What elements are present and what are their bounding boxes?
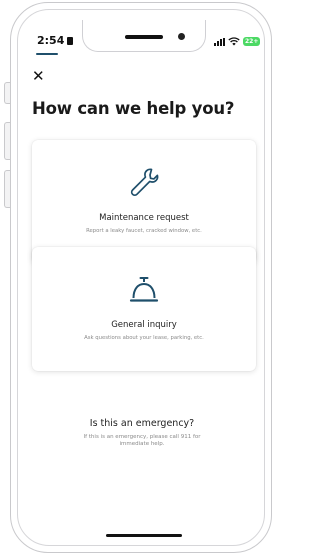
card-title: General inquiry xyxy=(111,320,177,330)
page-title: How can we help you? xyxy=(32,99,235,118)
wrench-icon xyxy=(130,168,159,197)
wifi-icon xyxy=(228,37,240,46)
home-indicator[interactable] xyxy=(106,534,182,537)
card-subtitle: Report a leaky faucet, cracked window, e… xyxy=(86,228,202,234)
location-icon xyxy=(67,37,74,45)
battery-icon: 22+ xyxy=(243,37,261,46)
side-button-volume-down xyxy=(4,170,10,208)
emergency-heading: Is this an emergency? xyxy=(89,418,195,429)
service-bell-icon xyxy=(129,277,159,302)
general-inquiry-card[interactable]: General inquiry Ask questions about your… xyxy=(32,247,256,371)
card-subtitle: Ask questions about your lease, parking,… xyxy=(84,335,204,341)
card-title: Maintenance request xyxy=(99,213,189,223)
cellular-signal-icon xyxy=(214,37,225,46)
emergency-text: If this is an emergency, please call 911… xyxy=(83,434,201,447)
maintenance-request-card[interactable]: Maintenance request Report a leaky fauce… xyxy=(32,140,256,264)
status-time: 2:54 xyxy=(37,34,74,47)
status-icons: 22+ xyxy=(214,37,261,46)
camera-icon xyxy=(178,33,185,40)
close-button[interactable]: ✕ xyxy=(32,68,48,84)
side-button-mute xyxy=(4,82,10,104)
phone-screen: 2:54 22+ ✕ How can we help you? Maintena… xyxy=(17,9,265,546)
speaker-icon xyxy=(125,35,163,39)
side-button-volume-up xyxy=(4,122,10,160)
status-underline xyxy=(36,53,58,55)
